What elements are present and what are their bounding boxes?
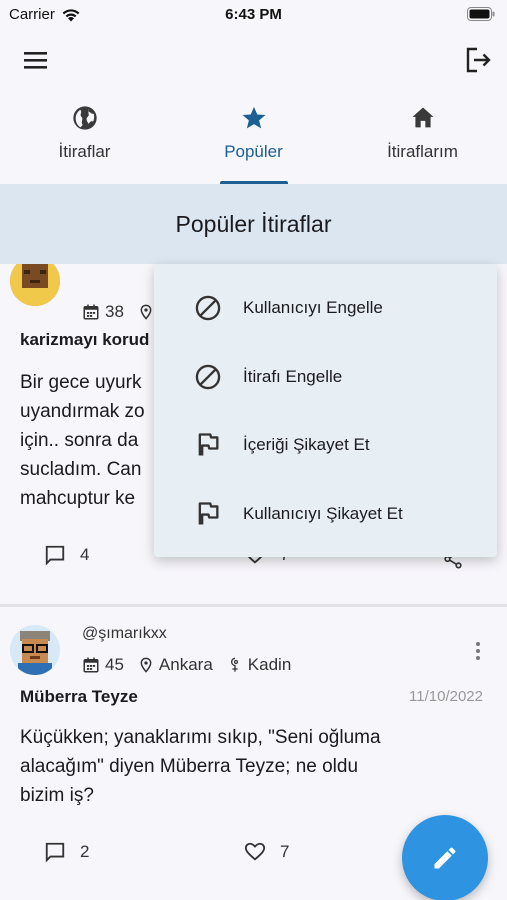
menu-item-block-confession[interactable]: İtirafı Engelle [154, 343, 497, 411]
post-date: 11/10/2022 [409, 688, 483, 705]
location-icon [140, 304, 152, 320]
comment-count: 2 [80, 842, 90, 861]
gender-value: Kadin [247, 655, 292, 674]
menu-item-report-user[interactable]: Kullanıcıyı Şikayet Et [154, 480, 497, 548]
menu-item-label: İtirafı Engelle [243, 367, 343, 386]
edit-icon [434, 847, 456, 869]
like-button[interactable]: 7 [244, 841, 289, 863]
post-username[interactable]: @şımarıkxx [82, 625, 167, 643]
tab-itiraflarim[interactable]: İtiraflarım [338, 92, 507, 184]
menu-item-label: Kullanıcıyı Engelle [243, 298, 383, 317]
like-count: 7 [280, 842, 290, 861]
comment-count: 4 [80, 545, 90, 564]
tab-label: İtiraflar [58, 142, 111, 161]
avatar[interactable] [10, 264, 60, 306]
post-meta: 38 [82, 302, 154, 322]
status-time: 6:43 PM [225, 6, 282, 23]
city-value: Ankara [158, 655, 213, 674]
post-title: karizmayı korud [20, 330, 150, 349]
more-vert-icon[interactable] [471, 639, 485, 663]
tab-bar: İtiraflar Popüler İtiraflarım [0, 92, 507, 184]
gender-info: Kadin [227, 655, 291, 675]
avatar-image [10, 264, 60, 306]
post-title: Müberra Teyze [20, 687, 138, 706]
flag-icon [198, 502, 219, 525]
block-icon [195, 364, 221, 390]
post-body-line: alacağım" diyen Müberra Teyze; ne oldu [20, 756, 359, 777]
age-info: 45 [82, 655, 124, 675]
age-value: 45 [105, 655, 124, 674]
avatar-image [10, 625, 60, 675]
post-body: Küçükken; yanaklarımı sıkıp, "Seni oğlum… [20, 723, 460, 810]
menu-item-report-content[interactable]: İçeriği Şikayet Et [154, 411, 497, 479]
location-icon [140, 657, 152, 673]
comment-icon [45, 842, 65, 863]
avatar[interactable] [10, 625, 60, 675]
battery-icon [467, 7, 495, 21]
post-options-menu: Kullanıcıyı Engelle İtirafı Engelle İçer… [154, 264, 497, 557]
tab-populer[interactable]: Popüler [169, 92, 338, 184]
status-bar: Carrier 6:43 PM [0, 0, 507, 30]
tab-itiraflar[interactable]: İtiraflar [0, 92, 169, 184]
app-bar [0, 30, 507, 90]
tab-label: İtiraflarım [387, 142, 458, 161]
comment-button[interactable]: 2 [44, 841, 89, 863]
globe-icon [72, 106, 97, 130]
flag-icon [198, 433, 219, 456]
gender-icon [230, 657, 238, 672]
post-body-line: Küçükken; yanaklarımı sıkıp, "Seni oğlum… [20, 727, 381, 748]
comment-icon [45, 545, 65, 566]
heart-icon [244, 842, 266, 861]
post-meta: 45 Ankara Kadin [82, 655, 299, 675]
menu-item-block-user[interactable]: Kullanıcıyı Engelle [154, 274, 497, 342]
logout-icon[interactable] [461, 44, 493, 76]
block-icon [195, 295, 221, 321]
calendar-icon [83, 304, 99, 320]
menu-item-label: Kullanıcıyı Şikayet Et [243, 504, 403, 523]
post-body-line: bizim iş? [20, 785, 94, 806]
menu-item-label: İçeriği Şikayet Et [243, 435, 370, 454]
age-info: 38 [82, 302, 124, 322]
comment-button[interactable]: 4 [44, 544, 89, 566]
section-title: Popüler İtiraflar [0, 184, 507, 264]
star-icon [242, 106, 265, 129]
age-value: 38 [105, 302, 124, 321]
menu-icon[interactable] [20, 44, 52, 76]
new-confession-button[interactable] [402, 815, 488, 900]
home-icon [412, 107, 433, 128]
calendar-icon [83, 657, 99, 673]
city-info: Ankara [138, 655, 213, 675]
tab-label: Popüler [224, 142, 283, 161]
